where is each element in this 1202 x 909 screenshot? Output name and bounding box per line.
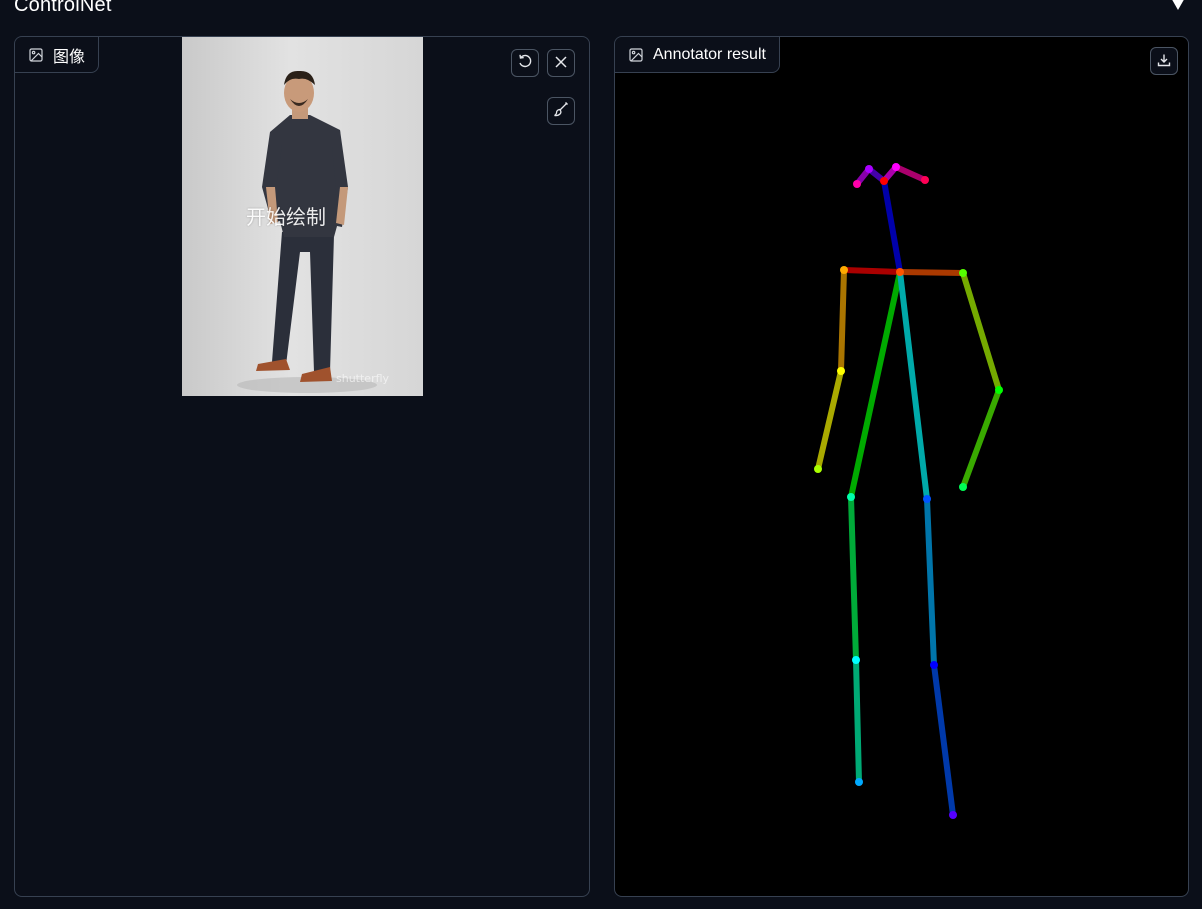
clear-button[interactable] — [547, 49, 575, 77]
limb-left-forearm — [960, 387, 1002, 490]
limb-left-eye-ear — [893, 164, 928, 183]
limb-neck-right-hip — [848, 269, 903, 500]
close-icon — [554, 54, 568, 73]
limb-left-shin — [931, 662, 956, 818]
joint-left-elbow — [995, 386, 1003, 394]
photo-watermark: shutterfly — [336, 372, 390, 385]
accordion-title: ControlNet — [14, 0, 112, 16]
input-image-label: 图像 — [15, 37, 100, 73]
brush-button[interactable] — [547, 97, 575, 125]
joint-nose — [880, 177, 888, 185]
limb-right-thigh — [848, 494, 859, 663]
annotator-result-label-text: Annotator result — [653, 45, 766, 63]
joint-right-elbow — [837, 367, 845, 375]
limb-left-upper-arm — [960, 270, 1002, 393]
joint-right-wrist — [814, 465, 822, 473]
limb-neck-left-hip — [897, 269, 930, 502]
annotator-result-panel: Annotator result — [614, 36, 1189, 897]
undo-icon — [517, 53, 533, 73]
joint-left-eye — [892, 163, 900, 171]
limb-neck-nose — [881, 178, 903, 275]
start-drawing-overlay[interactable]: 开始绘制 — [246, 201, 326, 230]
limb-left-thigh — [924, 496, 937, 668]
joint-right-hip — [847, 493, 855, 501]
uploaded-photo: 开始绘制 shutterfly — [182, 37, 423, 396]
joint-left-ankle — [949, 811, 957, 819]
limb-right-shin — [853, 657, 862, 785]
joint-neck — [896, 268, 904, 276]
limb-neck-right-shoulder — [841, 267, 903, 275]
joint-left-wrist — [959, 483, 967, 491]
input-image-label-text: 图像 — [53, 48, 86, 66]
image-icon — [629, 47, 643, 62]
annotator-result-label: Annotator result — [615, 37, 780, 73]
joint-right-ear — [853, 180, 861, 188]
download-button[interactable] — [1150, 47, 1178, 75]
brush-icon — [553, 101, 569, 121]
joint-right-shoulder — [840, 266, 848, 274]
joint-left-ear — [921, 176, 929, 184]
joint-right-eye — [865, 165, 873, 173]
input-image-panel[interactable]: 图像 开始绘制 shutterfly — [14, 36, 590, 897]
joint-left-knee — [930, 661, 938, 669]
download-icon — [1157, 52, 1171, 71]
openpose-skeleton — [814, 163, 1003, 819]
limb-neck-left-shoulder — [897, 269, 966, 276]
limb-right-upper-arm — [838, 267, 847, 374]
joint-left-shoulder — [959, 269, 967, 277]
limb-right-forearm — [815, 368, 844, 472]
image-icon — [29, 47, 43, 62]
collapse-triangle-icon[interactable] — [1170, 0, 1186, 10]
joint-left-hip — [923, 495, 931, 503]
accordion-header[interactable]: ControlNet — [0, 0, 1202, 20]
joint-right-ankle — [855, 778, 863, 786]
joint-right-knee — [852, 656, 860, 664]
undo-button[interactable] — [511, 49, 539, 77]
